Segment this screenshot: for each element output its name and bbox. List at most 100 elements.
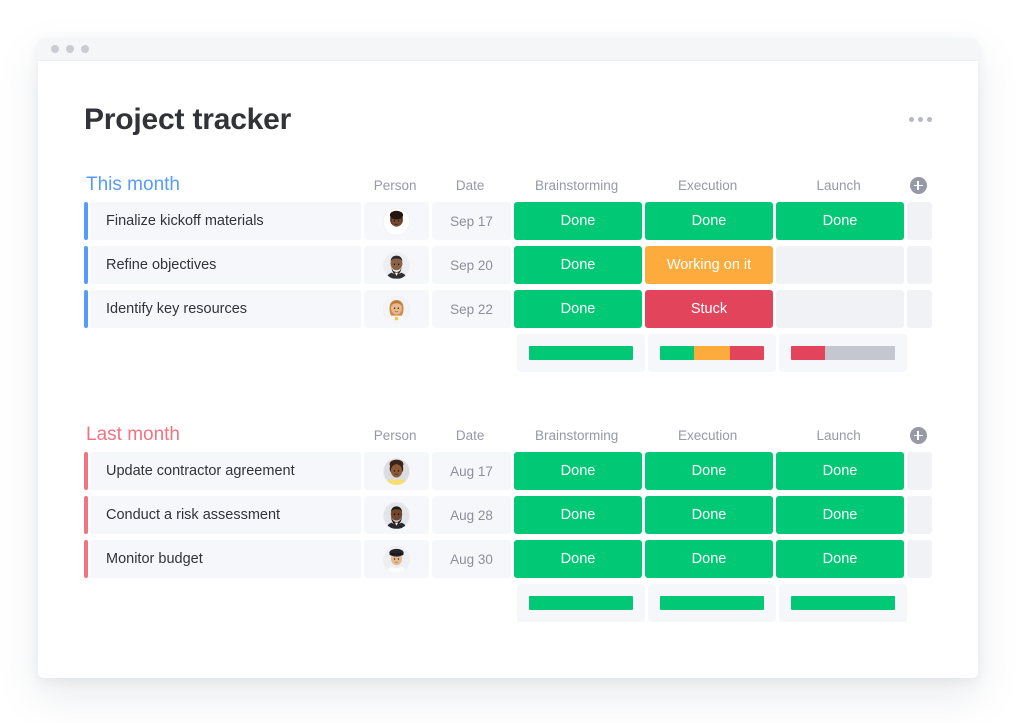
status-cell-brainstorming[interactable]: Done — [514, 540, 642, 578]
status-cell-brainstorming[interactable]: Done — [514, 452, 642, 490]
column-header-brainstorming[interactable]: Brainstorming — [511, 428, 642, 443]
status-cell-launch[interactable] — [776, 246, 904, 284]
date-cell[interactable]: Aug 30 — [432, 540, 511, 578]
avatar-person-2[interactable] — [383, 251, 410, 279]
group-title-last-month[interactable]: Last month — [84, 424, 361, 446]
person-cell[interactable] — [364, 540, 429, 578]
summary-cell-brainstorming[interactable] — [517, 334, 645, 372]
date-cell[interactable]: Sep 17 — [432, 202, 511, 240]
status-cell-execution[interactable]: Done — [645, 540, 773, 578]
group-summary-row — [84, 334, 932, 372]
status-cell-brainstorming[interactable]: Done — [514, 290, 642, 328]
column-header-date[interactable]: Date — [429, 178, 511, 193]
summary-segment-red — [791, 346, 826, 360]
row-accent-bar — [84, 540, 88, 578]
kebab-menu-icon[interactable] — [909, 117, 932, 122]
avatar-person-1[interactable] — [383, 207, 410, 235]
table-row[interactable]: Update contractor agreement Aug 17 Done Don… — [84, 452, 932, 490]
task-name-cell[interactable]: Finalize kickoff materials — [90, 202, 361, 240]
person-cell[interactable] — [364, 202, 429, 240]
task-name-cell[interactable]: Conduct a risk assessment — [90, 496, 361, 534]
date-cell[interactable]: Aug 17 — [432, 452, 511, 490]
summary-spacer-person — [367, 334, 432, 372]
task-name-cell[interactable]: Identify key resources — [90, 290, 361, 328]
column-header-execution[interactable]: Execution — [642, 428, 773, 443]
table-row[interactable]: Monitor budget Aug 30 Done Done Done — [84, 540, 932, 578]
status-cell-launch[interactable]: Done — [776, 452, 904, 490]
task-name-cell[interactable]: Monitor budget — [90, 540, 361, 578]
status-cell-brainstorming[interactable]: Done — [514, 496, 642, 534]
status-cell-launch[interactable] — [776, 290, 904, 328]
date-cell[interactable]: Sep 22 — [432, 290, 511, 328]
window-dot-minimize-icon[interactable] — [66, 45, 74, 53]
summary-cell-brainstorming[interactable] — [517, 584, 645, 622]
status-cell-brainstorming[interactable]: Done — [514, 246, 642, 284]
group-header: This month Person Date Brainstorming Executi… — [84, 168, 932, 202]
empty-column-cell[interactable] — [907, 202, 932, 240]
app-window: Project tracker This month Person Date Brai… — [38, 38, 978, 678]
board-group-this-month: This month Person Date Brainstorming Executi… — [84, 168, 932, 372]
column-header-person[interactable]: Person — [361, 428, 429, 443]
window-dot-close-icon[interactable] — [51, 45, 59, 53]
window-body: Project tracker This month Person Date Brai… — [38, 61, 978, 678]
person-cell[interactable] — [364, 246, 429, 284]
table-row[interactable]: Identify key resources Sep 22 Done Stuck — [84, 290, 932, 328]
column-header-launch[interactable]: Launch — [773, 178, 904, 193]
summary-spacer-person — [367, 584, 432, 622]
status-cell-execution[interactable]: Done — [645, 496, 773, 534]
table-row[interactable]: Conduct a risk assessment Aug 28 Done Done D… — [84, 496, 932, 534]
window-dot-maximize-icon[interactable] — [81, 45, 89, 53]
person-cell[interactable] — [364, 496, 429, 534]
plus-icon[interactable] — [909, 426, 927, 444]
summary-segment-red — [729, 346, 764, 360]
summary-cell-execution[interactable] — [648, 334, 776, 372]
avatar-person-4[interactable] — [383, 457, 410, 485]
add-column-button[interactable] — [904, 426, 932, 444]
avatar-person-6[interactable] — [383, 545, 410, 573]
person-cell[interactable] — [364, 290, 429, 328]
status-cell-brainstorming[interactable]: Done — [514, 202, 642, 240]
date-cell[interactable]: Sep 20 — [432, 246, 511, 284]
status-cell-launch[interactable]: Done — [776, 540, 904, 578]
status-cell-execution[interactable]: Stuck — [645, 290, 773, 328]
status-cell-execution[interactable]: Done — [645, 452, 773, 490]
kebab-dot-3-icon — [927, 117, 932, 122]
status-cell-launch[interactable]: Done — [776, 496, 904, 534]
page-header: Project tracker — [84, 103, 932, 136]
summary-segment-green — [791, 596, 895, 610]
row-accent-bar — [84, 246, 88, 284]
summary-cell-launch[interactable] — [779, 334, 907, 372]
task-name-cell[interactable]: Refine objectives — [90, 246, 361, 284]
group-title-this-month[interactable]: This month — [84, 174, 361, 196]
summary-cell-launch[interactable] — [779, 584, 907, 622]
task-name-cell[interactable]: Update contractor agreement — [90, 452, 361, 490]
column-header-brainstorming[interactable]: Brainstorming — [511, 178, 642, 193]
column-header-date[interactable]: Date — [429, 428, 511, 443]
empty-column-cell[interactable] — [907, 496, 932, 534]
plus-icon[interactable] — [909, 176, 927, 194]
table-row[interactable]: Finalize kickoff materials Sep 17 Done Done… — [84, 202, 932, 240]
person-cell[interactable] — [364, 452, 429, 490]
summary-segment-green — [529, 596, 633, 610]
summary-cell-execution[interactable] — [648, 584, 776, 622]
empty-column-cell[interactable] — [907, 246, 932, 284]
column-header-person[interactable]: Person — [361, 178, 429, 193]
date-cell[interactable]: Aug 28 — [432, 496, 511, 534]
avatar-person-3[interactable] — [383, 295, 410, 323]
status-cell-execution[interactable]: Working on it — [645, 246, 773, 284]
add-column-button[interactable] — [904, 176, 932, 194]
empty-column-cell[interactable] — [907, 452, 932, 490]
empty-column-cell[interactable] — [907, 540, 932, 578]
status-cell-execution[interactable]: Done — [645, 202, 773, 240]
status-cell-launch[interactable]: Done — [776, 202, 904, 240]
summary-segment-green — [529, 346, 633, 360]
avatar-person-5[interactable] — [383, 501, 410, 529]
column-header-launch[interactable]: Launch — [773, 428, 904, 443]
empty-column-cell[interactable] — [907, 290, 932, 328]
column-header-execution[interactable]: Execution — [642, 178, 773, 193]
summary-progress-bar — [660, 596, 764, 610]
screenshot-stage: Project tracker This month Person Date Brai… — [0, 0, 1016, 723]
group-summary-row — [84, 584, 932, 622]
table-row[interactable]: Refine objectives Sep 20 Done Working on it — [84, 246, 932, 284]
summary-progress-bar — [529, 346, 633, 360]
